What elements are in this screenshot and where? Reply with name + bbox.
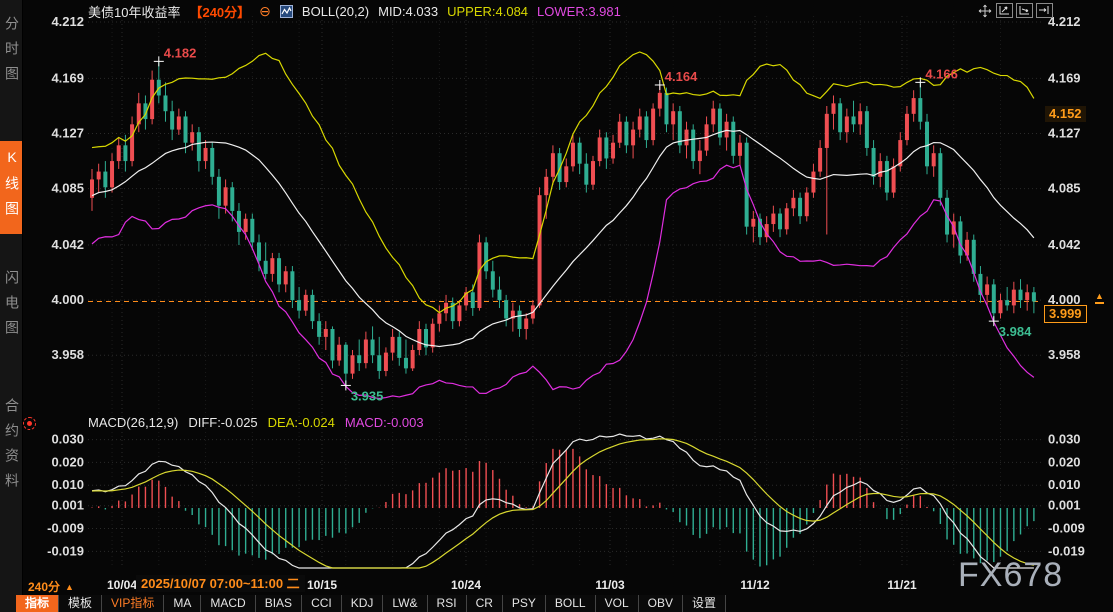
svg-text:3.958: 3.958 (1048, 347, 1081, 362)
svg-text:10/24: 10/24 (451, 578, 481, 592)
toolbar-item-12[interactable]: PSY (503, 595, 546, 612)
macd-dea-value: DEA:-0.024 (268, 415, 335, 430)
toolbar-item-10[interactable]: RSI (428, 595, 467, 612)
chart-app: 4.1823.9354.1644.1663.9844.2124.2124.169… (0, 0, 1113, 612)
toolbar-item-11[interactable]: CR (467, 595, 503, 612)
last-price-badge: 3.999 (1044, 305, 1087, 323)
macd-legend: MACD(26,12,9) DIFF:-0.025 DEA:-0.024 MAC… (88, 415, 424, 430)
bottom-toolbar: 指标模板VIP指标MAMACDBIASCCIKDJLW&RSICRPSYBOLL… (16, 595, 726, 612)
toolbar-item-8[interactable]: KDJ (342, 595, 384, 612)
svg-text:3.958: 3.958 (51, 347, 84, 362)
toolbar-item-4[interactable]: MA (164, 595, 201, 612)
period-selector-label: 240分 (28, 578, 60, 595)
scale-x-axis-icon[interactable] (1016, 3, 1033, 18)
svg-text:4.182: 4.182 (164, 45, 197, 60)
boll-mid-value: MID:4.033 (378, 4, 438, 19)
macd-hist-value: MACD:-0.003 (345, 415, 424, 430)
svg-text:-0.009: -0.009 (1048, 521, 1085, 536)
svg-text:11/21: 11/21 (887, 578, 917, 592)
svg-text:4.042: 4.042 (1048, 237, 1081, 252)
collapse-icon[interactable]: ⊖ (259, 4, 271, 18)
svg-text:10/04: 10/04 (107, 578, 137, 592)
scale-y-axis-icon[interactable] (996, 3, 1013, 18)
macd-name: MACD(26,12,9) (88, 415, 178, 430)
toolbar-item-9[interactable]: LW& (383, 595, 427, 612)
toolbar-item-14[interactable]: VOL (596, 595, 639, 612)
toolbar-item-16[interactable]: 设置 (683, 595, 726, 612)
svg-text:0.030: 0.030 (51, 432, 84, 447)
svg-text:4.127: 4.127 (51, 126, 84, 141)
alert-dot (27, 421, 32, 426)
svg-text:4.169: 4.169 (51, 70, 84, 85)
price-chart[interactable]: 4.1823.9354.1644.1663.9844.2124.2124.169… (0, 0, 1113, 612)
indicator-alert-icon[interactable] (23, 417, 36, 430)
svg-text:0.020: 0.020 (1048, 454, 1081, 469)
svg-text:0.020: 0.020 (51, 454, 84, 469)
crosshair-date-tooltip: 2025/10/07 07:00~11:00 二 (136, 575, 305, 592)
sidebar: 分时图 K线图闪电图合约资料 (0, 0, 23, 612)
svg-text:0.001: 0.001 (51, 498, 84, 513)
chart-legend: 美债10年收益率 【240分】 ⊖ BOLL(20,2) MID:4.033 U… (88, 2, 621, 20)
sidebar-tab-3[interactable]: 闪电图 (0, 262, 22, 353)
toolbar-item-3[interactable]: VIP指标 (102, 595, 164, 612)
pan-icon[interactable] (976, 3, 993, 18)
toolbar-item-7[interactable]: CCI (302, 595, 342, 612)
boll-label: BOLL(20,2) (302, 4, 369, 19)
svg-text:4.085: 4.085 (51, 181, 84, 196)
svg-text:11/03: 11/03 (595, 578, 625, 592)
svg-text:4.164: 4.164 (665, 69, 698, 84)
price-up-arrow-icon: ▲ (1095, 292, 1104, 304)
svg-text:3.984: 3.984 (999, 324, 1032, 339)
svg-text:0.001: 0.001 (1048, 498, 1081, 513)
period-selector-arrow-icon: ▲ (65, 582, 74, 592)
svg-text:4.166: 4.166 (925, 66, 958, 81)
toolbar-item-5[interactable]: MACD (201, 595, 255, 612)
svg-text:10/15: 10/15 (307, 578, 337, 592)
svg-text:3.935: 3.935 (351, 388, 384, 403)
macd-diff-value: DIFF:-0.025 (188, 415, 257, 430)
svg-text:4.212: 4.212 (51, 14, 84, 29)
svg-text:0.010: 0.010 (1048, 477, 1081, 492)
open-price-badge: 4.152 (1045, 106, 1086, 122)
svg-text:-0.019: -0.019 (47, 543, 84, 558)
boll-upper-value: UPPER:4.084 (447, 4, 528, 19)
svg-text:4.127: 4.127 (1048, 126, 1081, 141)
sidebar-tab-1[interactable]: 分时图 (0, 8, 22, 99)
toolbar-item-15[interactable]: OBV (639, 595, 683, 612)
svg-text:0.030: 0.030 (1048, 432, 1081, 447)
svg-text:4.000: 4.000 (51, 292, 84, 307)
chart-scale-controls (976, 3, 1053, 18)
period-label: 【240分】 (189, 2, 250, 21)
sidebar-tab-2[interactable]: K线图 (0, 141, 22, 234)
toolbar-item-1[interactable]: 指标 (16, 595, 59, 612)
toolbar-item-2[interactable]: 模板 (59, 595, 102, 612)
symbol-title: 美债10年收益率 (88, 2, 180, 21)
toolbar-item-13[interactable]: BOLL (546, 595, 596, 612)
watermark: FX678 (958, 556, 1063, 595)
svg-text:4.042: 4.042 (51, 237, 84, 252)
boll-lower-value: LOWER:3.981 (537, 4, 621, 19)
svg-text:11/12: 11/12 (740, 578, 770, 592)
toolbar-item-6[interactable]: BIAS (256, 595, 302, 612)
line-chart-icon[interactable] (280, 5, 293, 18)
svg-text:4.085: 4.085 (1048, 181, 1081, 196)
period-selector[interactable]: 240分 ▲ (28, 578, 74, 595)
sidebar-tab-4[interactable]: 合约资料 (0, 390, 22, 506)
svg-text:0.010: 0.010 (51, 477, 84, 492)
svg-text:-0.009: -0.009 (47, 521, 84, 536)
scroll-to-latest-icon[interactable] (1036, 3, 1053, 18)
svg-text:4.169: 4.169 (1048, 70, 1081, 85)
